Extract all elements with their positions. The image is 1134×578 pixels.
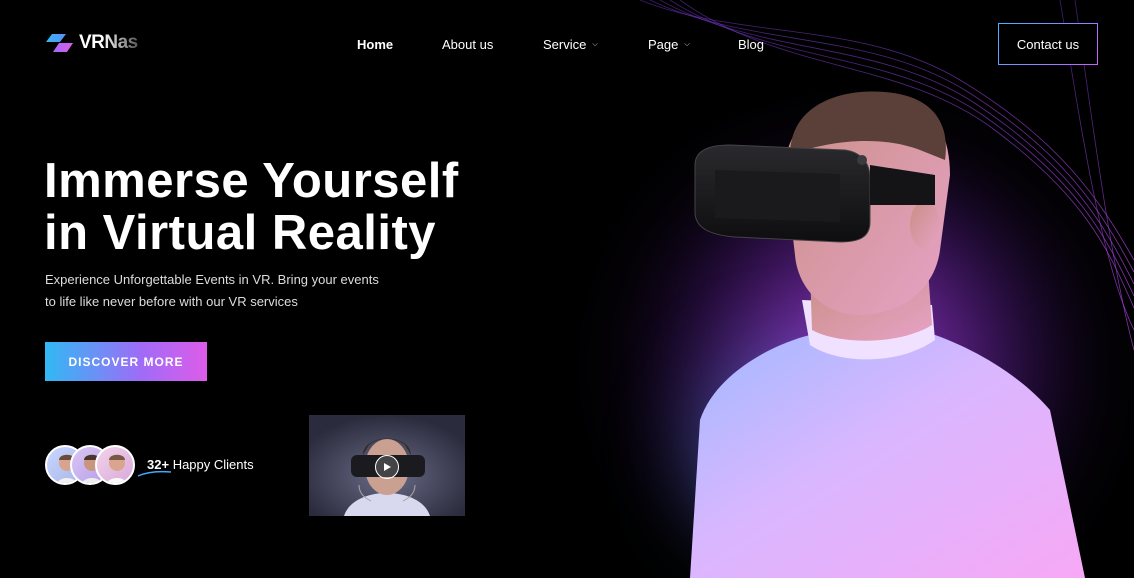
avatar [95, 445, 135, 485]
nav-label-about: About us [442, 37, 494, 52]
hero-subtitle-line-1: Experience Unforgettable Events in VR. B… [45, 272, 379, 287]
hero-title: Immerse Yourself in Virtual Reality [44, 155, 459, 259]
chevron-down-icon: ⌵ [592, 40, 598, 48]
clients-label: Happy Clients [172, 457, 254, 472]
logo-icon [46, 32, 74, 54]
client-avatars [45, 445, 135, 485]
logo-text: VRNas [79, 32, 138, 53]
nav-label-service: Service [543, 37, 587, 52]
hero-title-line-2: in Virtual Reality [44, 206, 437, 260]
nav-label-home: Home [357, 37, 394, 52]
hero-subtitle-line-2: to life like never before with our VR se… [45, 294, 298, 309]
hero-image [540, 0, 1134, 578]
contact-us-button[interactable]: Contact us [998, 23, 1098, 65]
video-thumbnail[interactable] [309, 415, 465, 516]
nav-item-service[interactable]: Service ⌵ [543, 37, 598, 52]
play-button[interactable] [375, 455, 399, 479]
vr-person-illustration [690, 91, 1085, 578]
chevron-down-icon: ⌵ [684, 40, 690, 48]
hero-subtitle: Experience Unforgettable Events in VR. B… [45, 269, 405, 313]
nav-item-about[interactable]: About us [442, 37, 493, 52]
nav-item-page[interactable]: Page ⌵ [648, 37, 690, 52]
hero-title-line-1: Immerse Yourself [44, 154, 459, 208]
nav-item-blog[interactable]: Blog [738, 37, 764, 52]
nav-item-home[interactable]: Home [357, 37, 393, 52]
discover-more-button[interactable]: DISCOVER MORE [45, 342, 207, 381]
nav-label-blog: Blog [738, 37, 765, 52]
nav-label-page: Page [648, 37, 679, 52]
brand-logo[interactable]: VRNas [46, 32, 138, 54]
play-icon [384, 463, 391, 471]
underline-swoosh [137, 470, 172, 477]
